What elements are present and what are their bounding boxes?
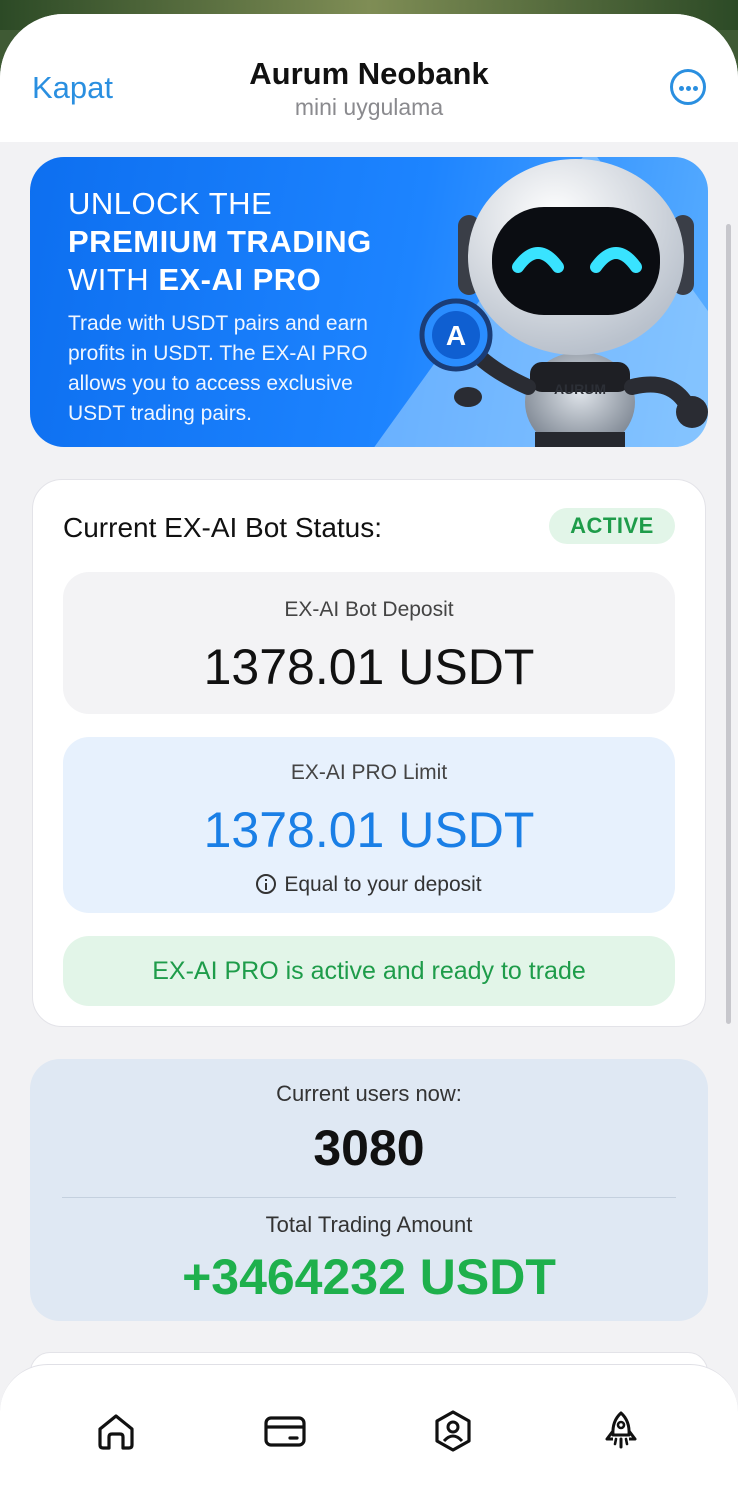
pro-limit-box: EX-AI PRO Limit 1378.01 USDT Equal to yo… (63, 737, 675, 913)
page-title: Aurum Neobank (249, 56, 489, 91)
deposit-label: EX-AI Bot Deposit (284, 598, 454, 621)
ready-message: EX-AI PRO is active and ready to trade (63, 936, 675, 1006)
limit-note: Equal to your deposit (63, 873, 675, 897)
platform-stats-card: Current users now: 3080 Total Trading Am… (30, 1059, 708, 1321)
status-badge: ACTIVE (549, 508, 675, 544)
ellipsis-circle-icon[interactable] (670, 69, 706, 105)
robot-badge-letter: A (446, 320, 466, 351)
banner-heading-line1: UNLOCK THE (68, 186, 273, 221)
deposit-value: 1378.01 USDT (203, 639, 535, 695)
banner-heading-line2: PREMIUM TRADING (68, 224, 372, 259)
bot-deposit-box: EX-AI Bot Deposit 1378.01 USDT (63, 572, 675, 714)
users-value: 3080 (313, 1120, 425, 1176)
banner-heading-line3-prefix: WITH (68, 262, 159, 297)
limit-note-text: Equal to your deposit (284, 873, 482, 896)
users-label: Current users now: (276, 1081, 462, 1106)
limit-label: EX-AI PRO Limit (290, 761, 448, 784)
status-title: Current EX-AI Bot Status: (63, 512, 383, 543)
home-icon[interactable] (94, 1409, 138, 1453)
banner-description: Trade with USDT pairs and earn profits i… (68, 312, 368, 425)
promo-banner[interactable]: UNLOCK THE PREMIUM TRADING WITH EX-AI PR… (30, 157, 708, 447)
scrollbar[interactable] (726, 224, 731, 1024)
bot-status-card: Current EX-AI Bot Status: ACTIVE EX-AI B… (32, 479, 706, 1027)
mini-app-sheet: Kapat Aurum Neobank mini uygulama UNLOCK… (0, 14, 738, 1495)
bottom-nav (0, 1364, 738, 1495)
total-trading-label: Total Trading Amount (265, 1212, 473, 1237)
info-icon (256, 874, 277, 894)
robot-mascot-image: AURUM A (419, 159, 708, 447)
page-subtitle: mini uygulama (294, 94, 444, 120)
profile-badge-icon[interactable] (431, 1409, 475, 1453)
wallet-card-icon[interactable] (263, 1409, 307, 1453)
stats-divider (62, 1197, 676, 1198)
banner-heading-line3-bold: EX-AI PRO (158, 262, 322, 297)
robot-logo-text: AURUM (554, 381, 606, 397)
banner-text: UNLOCK THE PREMIUM TRADING WITH EX-AI PR… (68, 185, 408, 429)
mini-app-header: Kapat Aurum Neobank mini uygulama (0, 14, 738, 142)
total-trading-value: +3464232 USDT (182, 1249, 556, 1305)
banner-heading: UNLOCK THE PREMIUM TRADING WITH EX-AI PR… (68, 185, 408, 299)
rocket-icon[interactable] (599, 1409, 643, 1453)
limit-value: 1378.01 USDT (203, 802, 535, 858)
